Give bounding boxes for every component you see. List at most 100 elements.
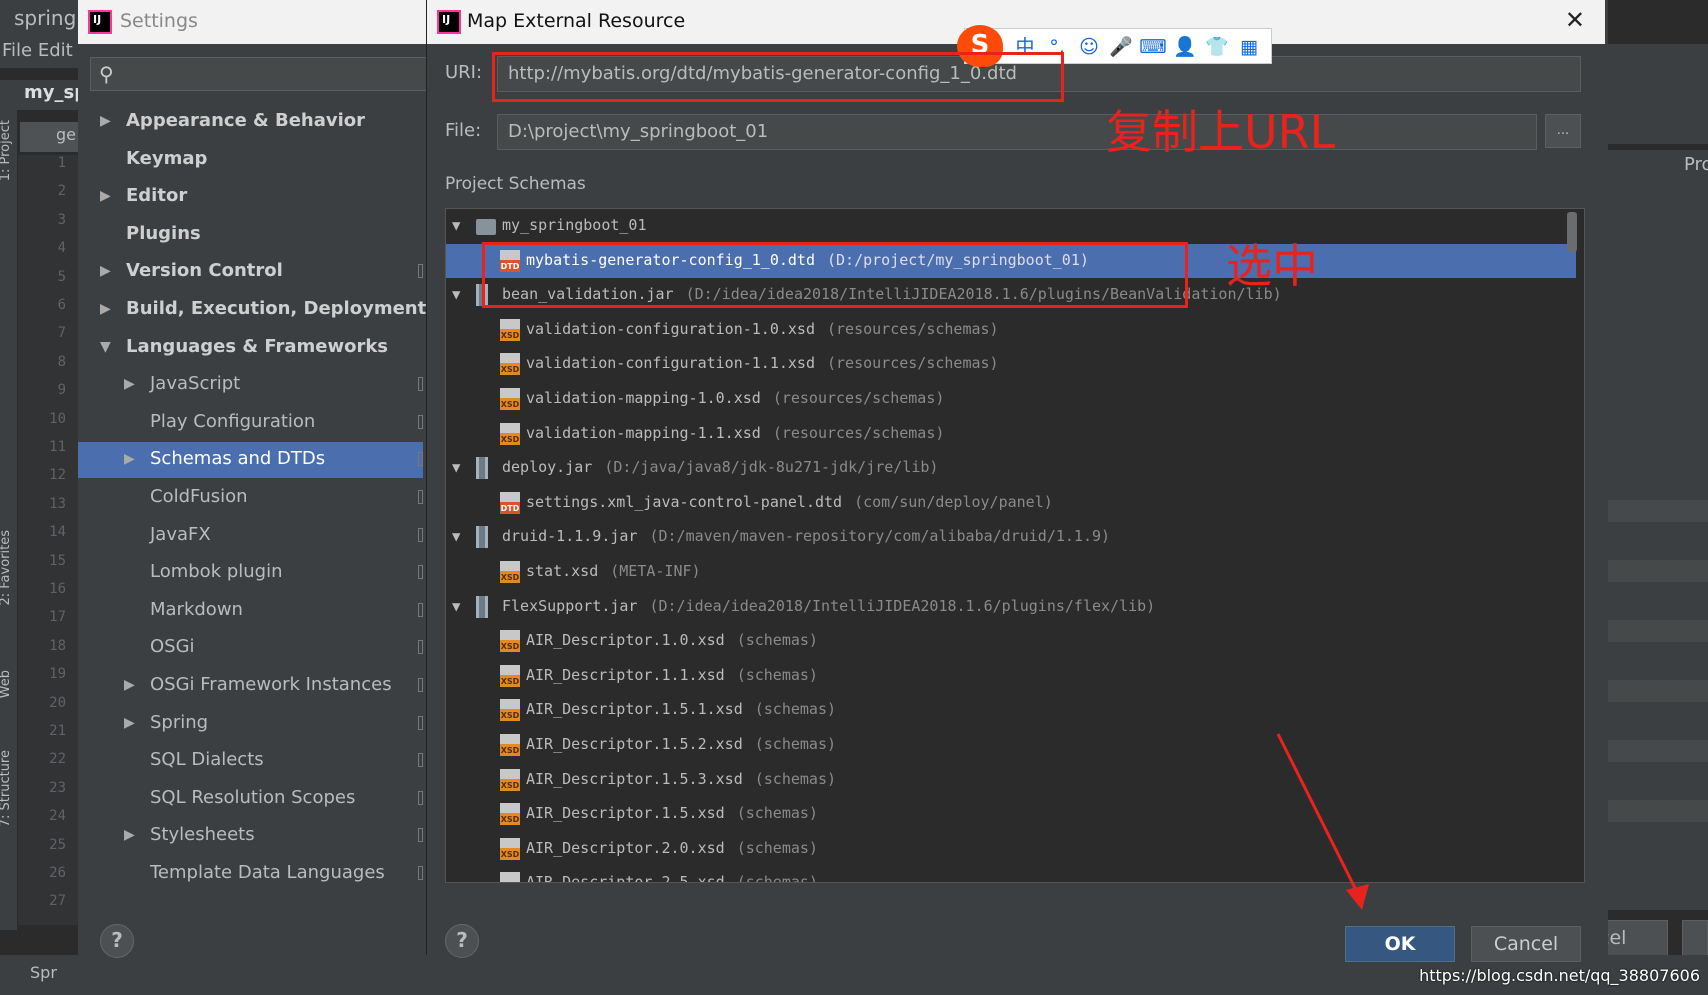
chevron-down-icon[interactable]: ▼ <box>452 287 460 303</box>
xsd-file-icon: XSD <box>500 664 520 687</box>
ok-button[interactable]: OK <box>1345 926 1455 962</box>
line-number: 9 <box>57 382 66 399</box>
schema-tree-row[interactable]: XSD AIR_Descriptor.1.5.2.xsd (schemas) <box>446 728 1576 762</box>
chevron-right-icon[interactable]: ▶ <box>124 451 135 467</box>
settings-tree-item[interactable]: ▶ Appearance & Behavior <box>78 104 423 140</box>
file-field[interactable]: D:\project\my_springboot_01 <box>497 114 1537 150</box>
settings-tree-item[interactable]: ▶ Build, Execution, Deployment <box>78 292 426 328</box>
chevron-right-icon[interactable]: ▶ <box>100 263 111 279</box>
settings-tree-item[interactable]: ColdFusion <box>78 480 423 516</box>
chevron-right-icon[interactable]: ▶ <box>124 827 135 843</box>
microphone-icon[interactable]: 🎤 <box>1107 33 1135 61</box>
schema-tree-row[interactable]: XSD AIR_Descriptor.2.0.xsd (schemas) <box>446 832 1576 866</box>
settings-tree-item[interactable]: JavaFX <box>78 518 423 554</box>
chevron-right-icon[interactable]: ▶ <box>100 188 111 204</box>
line-number: 17 <box>49 609 66 626</box>
settings-tree-item[interactable]: Plugins <box>78 217 423 253</box>
jar-file-icon <box>476 595 488 618</box>
dialog-help-button[interactable]: ? <box>445 924 479 958</box>
settings-tree-item[interactable]: Lombok plugin <box>78 555 423 591</box>
chevron-down-icon[interactable]: ▼ <box>452 599 460 615</box>
cancel-button[interactable]: Cancel <box>1471 926 1581 962</box>
xsd-file-icon: XSD <box>500 699 520 722</box>
settings-tree-item[interactable]: ▶ Editor <box>78 179 423 215</box>
line-number: 7 <box>57 325 66 342</box>
search-icon: ⚲ <box>99 62 114 86</box>
xsd-file-icon: XSD <box>500 318 520 341</box>
skin-icon[interactable]: 👕 <box>1203 33 1231 61</box>
schema-tree-row[interactable]: XSD AIR_Descriptor.2.5.xsd (schemas) <box>446 866 1576 882</box>
schemas-scrollbar[interactable] <box>1567 212 1577 252</box>
chevron-down-icon[interactable]: ▼ <box>452 218 460 234</box>
chevron-right-icon[interactable]: ▶ <box>100 113 111 129</box>
settings-tree-item[interactable]: OSGi <box>78 630 423 666</box>
jar-file-icon <box>476 457 488 480</box>
settings-tree-item[interactable]: ▶ Spring <box>78 706 423 742</box>
schema-path: (resources/schemas) <box>826 319 999 338</box>
settings-tree-item[interactable]: ▶ Stylesheets <box>78 818 423 854</box>
structure-tool-tab[interactable]: 7: Structure <box>0 750 20 827</box>
schema-tree-row[interactable]: ▼ my_springboot_01 <box>446 209 1576 243</box>
project-schemas-tree[interactable]: ▼ my_springboot_01 DTD mybatis-generator-co… <box>445 208 1585 883</box>
settings-tree-item[interactable]: Keymap <box>78 142 423 178</box>
schema-tree-row[interactable]: XSD AIR_Descriptor.1.5.xsd (schemas) <box>446 797 1576 831</box>
chevron-down-icon[interactable]: ▼ <box>100 339 111 355</box>
watermark: https://blog.csdn.net/qq_38807606 <box>1419 966 1700 985</box>
settings-help-button[interactable]: ? <box>100 924 134 958</box>
schema-tree-row[interactable]: ▼ deploy.jar (D:/java/java8/jdk-8u271-jdk/… <box>446 451 1576 485</box>
favorites-tool-tab[interactable]: 2: Favorites <box>0 530 20 606</box>
line-number: 18 <box>49 637 66 654</box>
settings-tree-item[interactable]: SQL Dialects <box>78 743 423 779</box>
schema-tree-row[interactable]: XSD stat.xsd (META-INF) <box>446 555 1576 589</box>
settings-apply-button[interactable] <box>1682 920 1708 956</box>
chevron-right-icon[interactable]: ▶ <box>124 376 135 392</box>
settings-tree-item[interactable]: ▶ Schemas and DTDs <box>78 442 423 479</box>
chevron-down-icon[interactable]: ▼ <box>452 529 460 545</box>
chevron-right-icon[interactable]: ▶ <box>124 677 135 693</box>
web-tool-tab[interactable]: Web <box>0 670 20 698</box>
settings-search-input[interactable]: ⚲ <box>90 57 430 91</box>
xsd-file-icon: XSD <box>500 837 520 860</box>
schema-tree-label: validation-mapping-1.0.xsd (resources/sch… <box>526 389 944 407</box>
chevron-right-icon[interactable]: ▶ <box>124 715 135 731</box>
settings-tree-label: Version Control <box>126 260 283 282</box>
xsd-file-icon: XSD <box>500 872 520 882</box>
schema-tree-row[interactable]: XSD validation-configuration-1.0.xsd (reso… <box>446 313 1576 347</box>
toolbox-icon[interactable]: ▦ <box>1235 33 1263 61</box>
ide-project-name[interactable]: my_sp <box>0 80 90 110</box>
settings-tree-item[interactable]: ▶ OSGi Framework Instances <box>78 668 423 704</box>
settings-tree-item[interactable]: SQL Resolution Scopes <box>78 781 423 817</box>
settings-tree-item[interactable]: ▶ JavaScript <box>78 367 423 403</box>
settings-tree-item[interactable]: Markdown <box>78 593 423 629</box>
close-icon[interactable]: ✕ <box>1565 6 1585 34</box>
schema-tree-label: validation-mapping-1.1.xsd (resources/sch… <box>526 424 944 442</box>
schema-tree-row[interactable]: XSD validation-mapping-1.1.xsd (resources/… <box>446 417 1576 451</box>
chevron-right-icon[interactable]: ▶ <box>100 301 111 317</box>
ide-menubar[interactable]: File Edit <box>0 36 90 68</box>
schema-tree-row[interactable]: XSD AIR_Descriptor.1.5.3.xsd (schemas) <box>446 763 1576 797</box>
keyboard-icon[interactable]: ⌨ <box>1139 33 1167 61</box>
xsd-file-icon: XSD <box>500 803 520 826</box>
chevron-down-icon[interactable]: ▼ <box>452 460 460 476</box>
schema-tree-row[interactable]: XSD validation-configuration-1.1.xsd (reso… <box>446 347 1576 381</box>
schema-name: my_springboot_01 <box>502 216 647 234</box>
settings-tree-item[interactable]: Template Data Languages <box>78 856 423 892</box>
browse-button[interactable]: ... <box>1545 114 1581 148</box>
settings-tree-item[interactable]: ▶ Version Control <box>78 254 423 290</box>
emoji-icon[interactable]: ☺ <box>1075 33 1103 61</box>
project-tool-tab[interactable]: 1: Project <box>0 120 20 181</box>
map-external-resource-dialog: IJ Map External Resource ✕ URI: http://m… <box>426 0 1605 962</box>
xsd-file-icon: XSD <box>500 388 520 410</box>
schema-tree-row[interactable]: DTD settings.xml_java-control-panel.dtd (c… <box>446 486 1576 520</box>
settings-tree-label: Play Configuration <box>150 410 316 432</box>
settings-tree-item[interactable]: ▼ Languages & Frameworks <box>78 330 423 366</box>
schema-tree-row[interactable]: ▼ FlexSupport.jar (D:/idea/idea2018/Intell… <box>446 590 1576 624</box>
schema-tree-row[interactable]: XSD validation-mapping-1.0.xsd (resources/… <box>446 382 1576 416</box>
settings-tree-label: OSGi <box>150 636 195 658</box>
user-icon[interactable]: 👤 <box>1171 33 1199 61</box>
schema-tree-row[interactable]: XSD AIR_Descriptor.1.5.1.xsd (schemas) <box>446 693 1576 727</box>
schema-tree-row[interactable]: ▼ druid-1.1.9.jar (D:/maven/maven-reposito… <box>446 520 1576 554</box>
settings-tree-item[interactable]: Play Configuration <box>78 405 423 441</box>
schema-tree-row[interactable]: XSD AIR_Descriptor.1.1.xsd (schemas) <box>446 659 1576 693</box>
schema-tree-row[interactable]: XSD AIR_Descriptor.1.0.xsd (schemas) <box>446 624 1576 658</box>
